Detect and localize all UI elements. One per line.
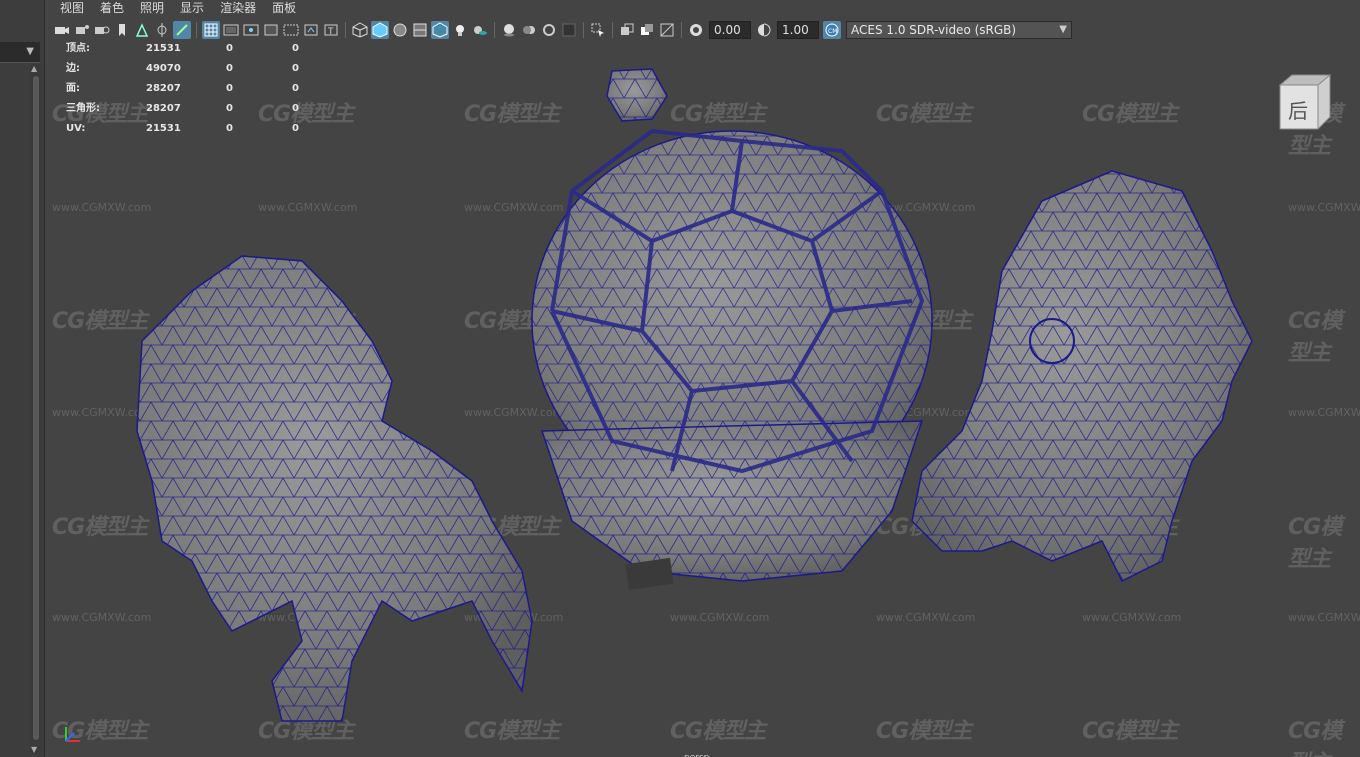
hud-value: 0	[292, 63, 299, 74]
smooth-shade-icon[interactable]	[371, 20, 389, 39]
grid-icon[interactable]	[202, 20, 220, 39]
poly-count-hud: 顶点: 21531 0 0 边: 49070 0 0 面: 28207 0 0 三角形: 28207…	[66, 41, 332, 139]
hud-value: 28207	[146, 103, 181, 114]
xray-active-icon[interactable]	[638, 21, 656, 39]
menu-lighting[interactable]: 照明	[132, 0, 172, 17]
hud-value: 0	[226, 123, 233, 134]
resolution-gate-icon[interactable]	[242, 21, 260, 39]
3d-viewport[interactable]: CG模型主CG模型主CG模型主CG模型主CG模型主CG模型主CG模型主CG模型主…	[52, 41, 1360, 757]
default-material-icon[interactable]	[391, 21, 409, 39]
panel-menu-bar: 视图 着色 照明 显示 渲染器 面板	[52, 0, 305, 17]
field-chart-icon[interactable]	[282, 21, 300, 39]
hud-value: 0	[226, 103, 233, 114]
hud-label: 顶点:	[66, 43, 90, 54]
hud-value: 21531	[146, 43, 181, 54]
hud-value: 21531	[146, 123, 181, 134]
hud-row-uvs: UV: 21531 0 0	[66, 119, 332, 139]
hud-label: 边:	[66, 63, 80, 74]
hud-row-edges: 边: 49070 0 0	[66, 59, 332, 79]
character-left[interactable]	[136, 255, 533, 722]
hud-label: UV:	[66, 123, 86, 134]
safe-title-icon[interactable]: T	[322, 21, 340, 39]
color-management-icon[interactable]: CM	[823, 20, 841, 39]
hud-value: 0	[226, 63, 233, 74]
outliner-panel: ▼ ▲ ▼	[0, 0, 45, 757]
viewcube-face-label: 后	[1288, 99, 1308, 123]
outliner-scrollbar[interactable]: ▲ ▼	[30, 64, 42, 754]
gate-mask-icon[interactable]	[262, 21, 280, 39]
hud-value: 0	[292, 123, 299, 134]
menu-renderer[interactable]: 渲染器	[212, 0, 264, 17]
shadows-icon[interactable]	[471, 21, 489, 39]
hud-row-triangles: 三角形: 28207 0 0	[66, 99, 332, 119]
menu-view[interactable]: 视图	[52, 0, 92, 17]
hud-value: 0	[226, 83, 233, 94]
wireframe-icon[interactable]	[351, 21, 369, 39]
use-all-lights-icon[interactable]	[451, 21, 469, 39]
hud-value: 0	[292, 83, 299, 94]
scroll-up-icon[interactable]: ▲	[31, 64, 37, 73]
screen-space-ao-icon[interactable]	[500, 21, 518, 39]
exposure-field[interactable]	[709, 20, 751, 39]
toolbar-separator	[583, 21, 584, 38]
toolbar-separator	[681, 21, 682, 38]
gamma-field[interactable]	[777, 20, 819, 39]
panel-toolbar: T CM ACES 1.0 SDR-video (sRGB) ▼	[52, 18, 1360, 41]
film-gate-icon[interactable]	[222, 21, 240, 39]
isolate-select-icon[interactable]	[589, 21, 607, 39]
colorspace-dropdown[interactable]: ACES 1.0 SDR-video (sRGB) ▼	[846, 20, 1072, 39]
2d-pan-zoom-icon[interactable]	[133, 21, 151, 39]
textured-icon[interactable]	[431, 20, 449, 39]
svg-text:CM: CM	[828, 28, 837, 35]
menu-panels[interactable]: 面板	[264, 0, 304, 17]
wireframe-on-shaded-icon[interactable]	[411, 21, 429, 39]
motion-blur-icon[interactable]	[520, 21, 538, 39]
hud-row-faces: 面: 28207 0 0	[66, 79, 332, 99]
svg-text:T: T	[327, 27, 334, 37]
xray-icon[interactable]	[618, 21, 636, 39]
safe-action-icon[interactable]	[302, 21, 320, 39]
hud-value: 0	[292, 103, 299, 114]
anti-aliasing-icon[interactable]	[540, 21, 558, 39]
hud-label: 三角形:	[66, 103, 100, 114]
hud-value: 0	[226, 43, 233, 54]
toolbar-separator	[612, 21, 613, 38]
toolbar-separator	[196, 21, 197, 38]
backface-culling-icon[interactable]	[658, 21, 676, 39]
grease-pencil-icon[interactable]	[153, 21, 171, 39]
grease-pencil-draw-icon[interactable]	[173, 20, 191, 39]
camera-name-label: persp	[684, 753, 709, 757]
depth-of-field-icon[interactable]	[560, 21, 578, 39]
camera-select-icon[interactable]	[53, 21, 71, 39]
chevron-down-icon: ▼	[26, 46, 34, 57]
gamma-icon[interactable]	[755, 21, 773, 39]
scroll-down-icon[interactable]: ▼	[31, 745, 37, 754]
hud-row-vertices: 顶点: 21531 0 0	[66, 41, 332, 59]
character-right[interactable]	[911, 170, 1253, 583]
hud-value: 0	[292, 43, 299, 54]
scene-models[interactable]	[52, 41, 1360, 757]
hud-value: 28207	[146, 83, 181, 94]
chevron-down-icon: ▼	[1059, 23, 1067, 35]
hud-value: 49070	[146, 63, 181, 74]
exposure-icon[interactable]	[687, 21, 705, 39]
outliner-dropdown[interactable]: ▼	[0, 42, 40, 63]
viewcube[interactable]: 后	[1276, 71, 1332, 131]
colorspace-value: ACES 1.0 SDR-video (sRGB)	[851, 22, 1017, 37]
image-plane-icon[interactable]	[113, 21, 131, 39]
scrollbar-thumb[interactable]	[33, 76, 39, 740]
axis-gizmo-icon	[65, 727, 80, 742]
toolbar-separator	[494, 21, 495, 38]
toolbar-separator	[345, 21, 346, 38]
character-center[interactable]	[531, 68, 933, 590]
bookmarks-icon[interactable]	[93, 21, 111, 39]
menu-show[interactable]: 显示	[172, 0, 212, 17]
camera-attributes-icon[interactable]	[73, 21, 91, 39]
hud-label: 面:	[66, 83, 80, 94]
menu-shading[interactable]: 着色	[92, 0, 132, 17]
